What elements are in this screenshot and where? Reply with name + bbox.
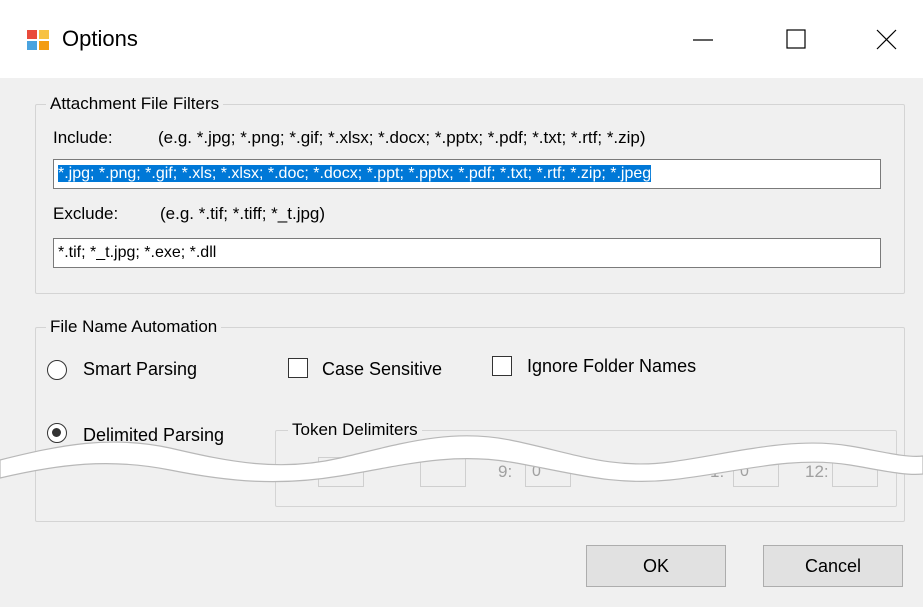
- file-name-automation-title: File Name Automation: [46, 317, 222, 337]
- exclude-example: (e.g. *.tif; *.tiff; *_t.jpg): [160, 204, 326, 223]
- include-example: (e.g. *.jpg; *.png; *.gif; *.xlsx; *.doc…: [158, 128, 646, 147]
- attachment-filters-title: Attachment File Filters: [46, 94, 224, 114]
- minimize-button[interactable]: [673, 14, 733, 64]
- cancel-button[interactable]: Cancel: [763, 545, 903, 587]
- minimize-icon: [693, 39, 713, 41]
- close-icon: [876, 29, 897, 50]
- exclude-label: Exclude:: [53, 204, 119, 223]
- maximize-icon: [786, 29, 806, 49]
- case-sensitive-label[interactable]: Case Sensitive: [322, 359, 442, 380]
- include-label: Include:: [53, 128, 113, 147]
- exclude-value: *.tif; *_t.jpg; *.exe; *.dll: [58, 244, 217, 261]
- title-bar: Options: [0, 0, 923, 78]
- include-field[interactable]: *.jpg; *.png; *.gif; *.xls; *.xlsx; *.do…: [53, 159, 881, 189]
- ignore-folder-names-label[interactable]: Ignore Folder Names: [527, 356, 696, 377]
- ok-button[interactable]: OK: [586, 545, 726, 587]
- app-icon: [27, 30, 49, 50]
- maximize-button[interactable]: [766, 14, 826, 64]
- smart-parsing-label[interactable]: Smart Parsing: [83, 359, 197, 380]
- close-button[interactable]: [857, 14, 917, 64]
- exclude-field[interactable]: *.tif; *_t.jpg; *.exe; *.dll: [53, 238, 881, 268]
- torn-edge-overlay: [0, 435, 923, 483]
- smart-parsing-radio[interactable]: [47, 360, 67, 380]
- case-sensitive-checkbox[interactable]: [288, 358, 308, 378]
- include-value: *.jpg; *.png; *.gif; *.xls; *.xlsx; *.do…: [58, 165, 652, 182]
- ignore-folder-names-checkbox[interactable]: [492, 356, 512, 376]
- window-title: Options: [62, 26, 138, 51]
